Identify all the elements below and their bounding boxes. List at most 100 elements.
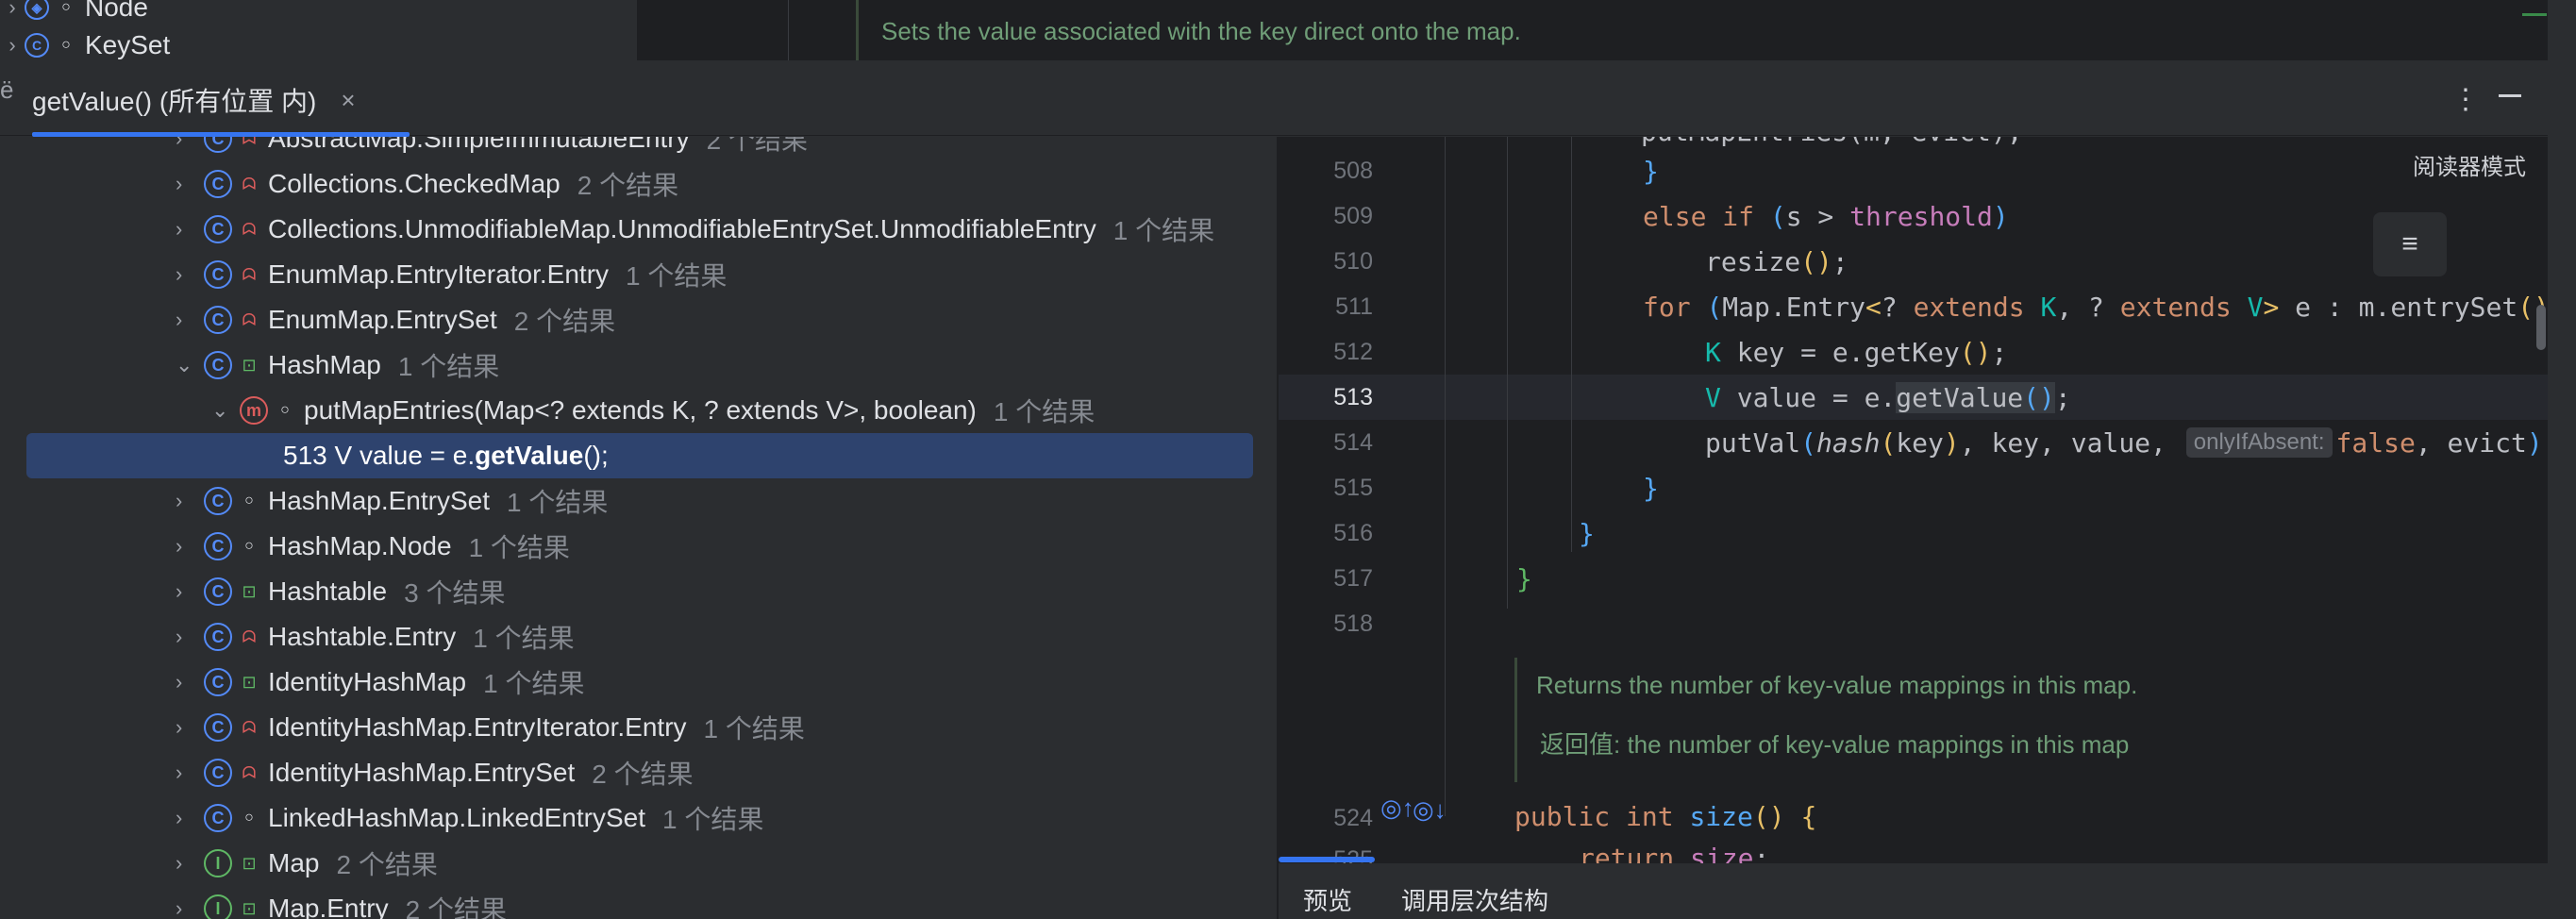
tree-item-label: Map xyxy=(268,848,320,877)
tree-item-label: HashMap xyxy=(268,350,381,379)
usage-suffix: (); xyxy=(583,441,609,470)
usage-count: 2 个结果 xyxy=(513,307,616,336)
chevron-right-icon[interactable]: › xyxy=(176,579,204,604)
tree-class-row[interactable]: › C ᗣ Hashtable.Entry 1 个结果 xyxy=(176,614,575,660)
close-icon[interactable]: × xyxy=(341,86,355,115)
usages-tree[interactable]: › C ᗣ AbstractMap.SimpleImmutableEntry 2 个结果… xyxy=(0,137,1277,919)
doc-comment-size: Returns the number of key-value mappings… xyxy=(1514,658,2543,782)
usage-count: 2 个结果 xyxy=(592,760,694,789)
tree-class-row[interactable]: ⌄ C ⊡ HashMap 1 个结果 xyxy=(176,343,499,388)
tree-class-row[interactable]: › C ᗣ EnumMap.EntrySet 2 个结果 xyxy=(176,297,615,343)
tab-call-hierarchy[interactable]: 调用层次结构 xyxy=(1401,882,1548,917)
line-number: 518 xyxy=(1333,610,1373,637)
chevron-down-icon[interactable]: ⌄ xyxy=(176,353,204,377)
usage-count: 1 个结果 xyxy=(703,714,805,744)
class-icon: C xyxy=(204,577,232,606)
tree-class-row[interactable]: › I ⊡ Map 2 个结果 xyxy=(176,841,438,886)
chevron-right-icon[interactable]: › xyxy=(176,670,204,694)
tree-item-label: IdentityHashMap.EntrySet xyxy=(268,758,576,787)
find-usages-tabbar: ё getValue() (所有位置 内) × xyxy=(0,60,2548,136)
tree-class-row[interactable]: › C ⊡ Hashtable 3 个结果 xyxy=(176,569,505,614)
chevron-right-icon[interactable]: › xyxy=(176,715,204,740)
chevron-right-icon[interactable]: › xyxy=(176,760,204,785)
public-icon: ⊡ xyxy=(242,581,257,601)
chevron-right-icon[interactable]: › xyxy=(0,33,25,58)
tree-class-row[interactable]: › I ⊡ Map.Entry 2 个结果 xyxy=(176,886,507,919)
chevron-right-icon[interactable]: › xyxy=(176,137,204,151)
tree-class-row[interactable]: › C ○ HashMap.Node 1 个结果 xyxy=(176,524,570,569)
usage-count: 1 个结果 xyxy=(483,669,585,698)
code-preview[interactable]: 508 509 510 511 512 513 514 515 516 517 … xyxy=(1279,137,2548,863)
tree-item-label: AbstractMap.SimpleImmutableEntry xyxy=(268,137,690,153)
usage-count: 1 个结果 xyxy=(1112,216,1215,245)
chevron-right-icon[interactable]: › xyxy=(176,489,204,513)
tab-getvalue-usages[interactable]: getValue() (所有位置 内) × xyxy=(32,79,356,121)
private-icon: ᗣ xyxy=(242,309,257,329)
tree-class-row[interactable]: › C ᗣ Collections.CheckedMap 2 个结果 xyxy=(176,161,678,207)
minimize-icon[interactable] xyxy=(2499,94,2521,97)
reader-mode-button[interactable]: 阅读器模式 xyxy=(2413,148,2526,181)
package-private-icon: ○ xyxy=(280,402,290,418)
chevron-right-icon[interactable]: › xyxy=(176,896,204,919)
chevron-right-icon[interactable]: › xyxy=(176,308,204,332)
code-line-511: for (Map.Entry <? extends K, ? extends V >… xyxy=(1643,291,2548,323)
chevron-right-icon[interactable]: › xyxy=(176,172,204,196)
public-icon: ⊡ xyxy=(242,853,257,873)
selected-usage-row[interactable]: 513 V value = e.getValue(); xyxy=(26,433,1253,478)
overrides-icon[interactable]: ◎↑ xyxy=(1380,794,1414,823)
tree-method-row[interactable]: ⌄ m ○ putMapEntries(Map<? extends K, ? exte… xyxy=(211,388,1095,433)
chevron-right-icon[interactable]: › xyxy=(176,534,204,559)
tree-item-label: LinkedHashMap.LinkedEntrySet xyxy=(268,803,646,832)
code-line-517: } xyxy=(1516,562,1532,594)
usage-line-number: 513 xyxy=(283,441,327,470)
tree-class-row[interactable]: › C ○ HashMap.EntrySet 1 个结果 xyxy=(176,478,608,524)
code-line-507: putMapEntries(m, evict); xyxy=(1641,137,2023,154)
chevron-down-icon[interactable]: ⌄ xyxy=(211,398,240,423)
public-icon: ⊡ xyxy=(242,355,257,375)
code-line-525: return size; xyxy=(1579,842,1770,864)
tree-class-row[interactable]: › C ᗣ AbstractMap.SimpleImmutableEntry 2 个结果 xyxy=(176,137,808,161)
doc-comment-top: Sets the value associated with the key d… xyxy=(788,0,2554,60)
tree-class-row[interactable]: › C ᗣ IdentityHashMap.EntrySet 2 个结果 xyxy=(176,750,694,795)
chevron-right-icon[interactable]: › xyxy=(176,262,204,287)
tree-class-row[interactable]: › C ○ LinkedHashMap.LinkedEntrySet 1 个结果 xyxy=(176,795,763,841)
usage-method: getValue xyxy=(475,441,584,470)
class-icon: C xyxy=(204,532,232,560)
chevron-right-icon[interactable]: › xyxy=(0,0,25,20)
chevron-right-icon[interactable]: › xyxy=(176,625,204,649)
tree-class-row[interactable]: › C ᗣ IdentityHashMap.EntryIterator.Entry 1 … xyxy=(176,705,805,750)
tree-class-row[interactable]: › C ᗣ Collections.UnmodifiableMap.Unmodifia… xyxy=(176,207,1214,252)
class-icon: C xyxy=(204,170,232,198)
usage-count: 1 个结果 xyxy=(993,397,1096,426)
scroll-marker xyxy=(2522,13,2547,16)
more-options-icon[interactable]: ⋮ xyxy=(2451,83,2480,116)
usage-count: 2 个结果 xyxy=(405,895,507,919)
chevron-right-icon[interactable]: › xyxy=(176,806,204,830)
doc-bar xyxy=(856,0,859,60)
horizontal-scrollbar[interactable] xyxy=(1279,857,1375,862)
code-line-512: K key = e.getKey(); xyxy=(1705,336,2008,368)
soft-wrap-icon[interactable]: ≡ xyxy=(2373,212,2447,276)
tree-item-label: EnumMap.EntryIterator.Entry xyxy=(268,259,610,289)
code-line-516: } xyxy=(1579,517,1595,549)
tree-class-row[interactable]: › C ᗣ EnumMap.EntryIterator.Entry 1 个结果 xyxy=(176,252,727,297)
line-number: 516 xyxy=(1333,520,1373,546)
implemented-icon[interactable]: ◎↓ xyxy=(1413,795,1447,825)
top-area: › ◈ ○ Node › C ○ KeySet Sets the value a… xyxy=(0,0,2576,60)
code-line-524: public int size() { xyxy=(1514,800,1817,832)
indent-guide xyxy=(1571,137,1572,552)
line-number: 509 xyxy=(1333,203,1373,229)
chevron-right-icon[interactable]: › xyxy=(176,851,204,876)
tree-item-label: Hashtable xyxy=(268,576,388,606)
interface-icon: ◈ xyxy=(25,0,49,20)
line-number: 512 xyxy=(1333,339,1373,365)
tree-class-row[interactable]: › C ⊡ IdentityHashMap 1 个结果 xyxy=(176,660,584,705)
package-private-icon: ○ xyxy=(244,538,254,554)
package-private-icon: ○ xyxy=(244,493,254,509)
chevron-right-icon[interactable]: › xyxy=(176,217,204,242)
tree-item-label: IdentityHashMap.EntryIterator.Entry xyxy=(268,712,687,742)
vertical-scrollbar[interactable] xyxy=(2536,305,2546,350)
class-icon: C xyxy=(204,487,232,515)
tab-preview[interactable]: 预览 xyxy=(1303,882,1352,917)
